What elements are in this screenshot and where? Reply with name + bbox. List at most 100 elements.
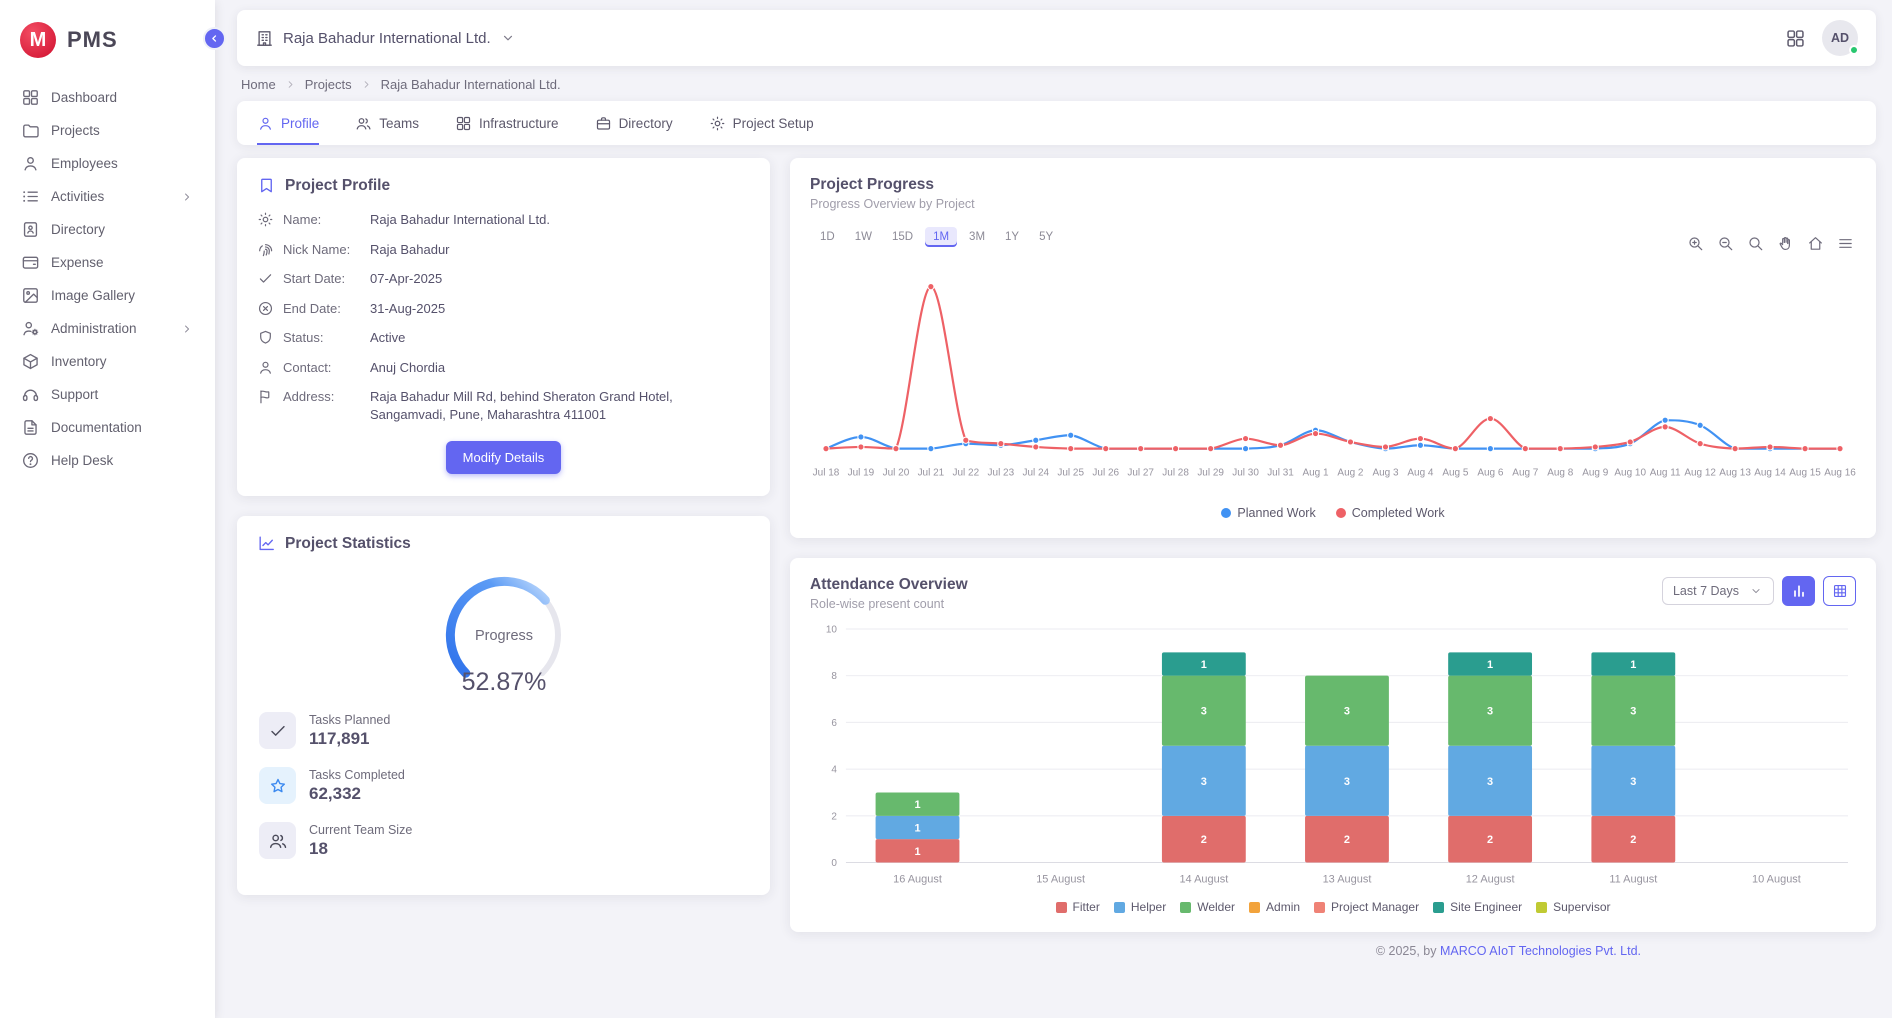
- legend-supervisor[interactable]: Supervisor: [1536, 900, 1610, 914]
- y-axis-label: 4: [831, 764, 837, 775]
- card-title: Attendance Overview: [810, 576, 968, 594]
- tab-label: Profile: [281, 116, 319, 131]
- table-view-button[interactable]: [1823, 576, 1856, 606]
- tab-project-setup[interactable]: Project Setup: [709, 101, 814, 145]
- sidebar-item-directory[interactable]: Directory: [10, 214, 205, 245]
- x-axis-label: Aug 10: [1614, 468, 1646, 479]
- online-status-dot: [1849, 45, 1859, 55]
- breadcrumb-item-raja-bahadur-international-ltd: Raja Bahadur International Ltd.: [381, 77, 561, 92]
- x-axis-label: Jul 19: [848, 468, 875, 479]
- x-axis-label: Aug 6: [1477, 468, 1504, 479]
- data-point: [893, 446, 899, 452]
- range-1w[interactable]: 1W: [847, 227, 880, 247]
- date-range-select[interactable]: Last 7 Days: [1662, 577, 1774, 605]
- chart-toolbar: [1687, 235, 1854, 252]
- headset-icon: [21, 385, 40, 404]
- fingerprint-icon: [257, 241, 274, 258]
- sidebar-item-expense[interactable]: Expense: [10, 247, 205, 278]
- x-axis-label: Jul 29: [1197, 468, 1224, 479]
- data-point: [1347, 439, 1353, 445]
- chevron-right-icon: [360, 78, 373, 91]
- range-1y[interactable]: 1Y: [997, 227, 1027, 247]
- legend-label: Welder: [1197, 900, 1235, 914]
- profile-field-name: Name:Raja Bahadur International Ltd.: [257, 211, 750, 229]
- y-axis-label: 8: [831, 671, 837, 682]
- company-selector[interactable]: Raja Bahadur International Ltd.: [255, 29, 516, 48]
- sidebar-item-label: Expense: [51, 255, 104, 270]
- sidebar-item-projects[interactable]: Projects: [10, 115, 205, 146]
- data-point: [1242, 435, 1248, 441]
- stat-tasks-planned: Tasks Planned117,891: [259, 712, 748, 749]
- app-logo[interactable]: M PMS: [0, 16, 215, 80]
- sidebar-item-label: Documentation: [51, 420, 142, 435]
- wallet-icon: [21, 253, 40, 272]
- bar-value-label: 1: [1487, 659, 1493, 671]
- legend-planned-work[interactable]: Planned Work: [1221, 506, 1315, 520]
- legend-admin[interactable]: Admin: [1249, 900, 1300, 914]
- x-axis-label: Aug 2: [1337, 468, 1364, 479]
- help-circle-icon: [21, 451, 40, 470]
- user-avatar[interactable]: AD: [1822, 20, 1858, 56]
- document-icon: [21, 418, 40, 437]
- y-axis-label: 2: [831, 811, 837, 822]
- range-5y[interactable]: 5Y: [1031, 227, 1061, 247]
- dashboard-icon: [21, 88, 40, 107]
- x-axis-label: 15 August: [1036, 873, 1085, 885]
- legend-label: Completed Work: [1352, 506, 1445, 520]
- range-15d[interactable]: 15D: [884, 227, 921, 247]
- data-point: [1487, 446, 1493, 452]
- tab-infrastructure[interactable]: Infrastructure: [455, 101, 559, 145]
- legend-project-manager[interactable]: Project Manager: [1314, 900, 1419, 914]
- x-axis-label: Jul 24: [1022, 468, 1049, 479]
- range-1d[interactable]: 1D: [812, 227, 843, 247]
- legend-completed-work[interactable]: Completed Work: [1336, 506, 1445, 520]
- legend-site-engineer[interactable]: Site Engineer: [1433, 900, 1522, 914]
- range-1m[interactable]: 1M: [925, 227, 957, 247]
- bar-value-label: 3: [1344, 705, 1350, 717]
- breadcrumb-item-home[interactable]: Home: [241, 77, 276, 92]
- pan-icon[interactable]: [1777, 235, 1794, 252]
- zoom-in-icon[interactable]: [1687, 235, 1704, 252]
- data-point: [1033, 444, 1039, 450]
- sidebar-item-employees[interactable]: Employees: [10, 148, 205, 179]
- legend-helper[interactable]: Helper: [1114, 900, 1166, 914]
- menu-icon[interactable]: [1837, 235, 1854, 252]
- legend-fitter[interactable]: Fitter: [1056, 900, 1100, 914]
- users-icon: [355, 115, 372, 132]
- series-completed-work: [826, 287, 1840, 449]
- user-icon: [257, 115, 274, 132]
- tab-profile[interactable]: Profile: [257, 101, 319, 145]
- sidebar-item-label: Projects: [51, 123, 100, 138]
- sidebar-item-help-desk[interactable]: Help Desk: [10, 445, 205, 476]
- sidebar-item-support[interactable]: Support: [10, 379, 205, 410]
- legend-welder[interactable]: Welder: [1180, 900, 1235, 914]
- sidebar-item-activities[interactable]: Activities: [10, 181, 205, 212]
- modify-details-button[interactable]: Modify Details: [446, 441, 562, 474]
- home-icon[interactable]: [1807, 235, 1824, 252]
- sidebar-item-image-gallery[interactable]: Image Gallery: [10, 280, 205, 311]
- field-value: Anuj Chordia: [370, 359, 445, 377]
- x-axis-label: Jul 26: [1092, 468, 1119, 479]
- sidebar-item-dashboard[interactable]: Dashboard: [10, 82, 205, 113]
- chart-view-button[interactable]: [1782, 576, 1815, 606]
- legend-label: Admin: [1266, 900, 1300, 914]
- tab-directory[interactable]: Directory: [595, 101, 673, 145]
- range-3m[interactable]: 3M: [961, 227, 993, 247]
- legend-marker: [1433, 902, 1444, 913]
- zoom-out-icon[interactable]: [1717, 235, 1734, 252]
- apps-icon[interactable]: [1785, 28, 1806, 49]
- tab-label: Project Setup: [733, 116, 814, 131]
- bar-value-label: 3: [1487, 775, 1493, 787]
- sidebar-collapse-button[interactable]: [203, 27, 226, 50]
- sidebar-item-documentation[interactable]: Documentation: [10, 412, 205, 443]
- footer-link[interactable]: MARCO AIoT Technologies Pvt. Ltd.: [1440, 944, 1641, 958]
- data-point: [1452, 446, 1458, 452]
- data-point: [1242, 446, 1248, 452]
- sidebar-item-administration[interactable]: Administration: [10, 313, 205, 344]
- breadcrumb-item-projects[interactable]: Projects: [305, 77, 352, 92]
- selection-icon[interactable]: [1747, 235, 1764, 252]
- sidebar-item-label: Support: [51, 387, 98, 402]
- x-axis-label: Jul 23: [988, 468, 1015, 479]
- tab-teams[interactable]: Teams: [355, 101, 419, 145]
- sidebar-item-inventory[interactable]: Inventory: [10, 346, 205, 377]
